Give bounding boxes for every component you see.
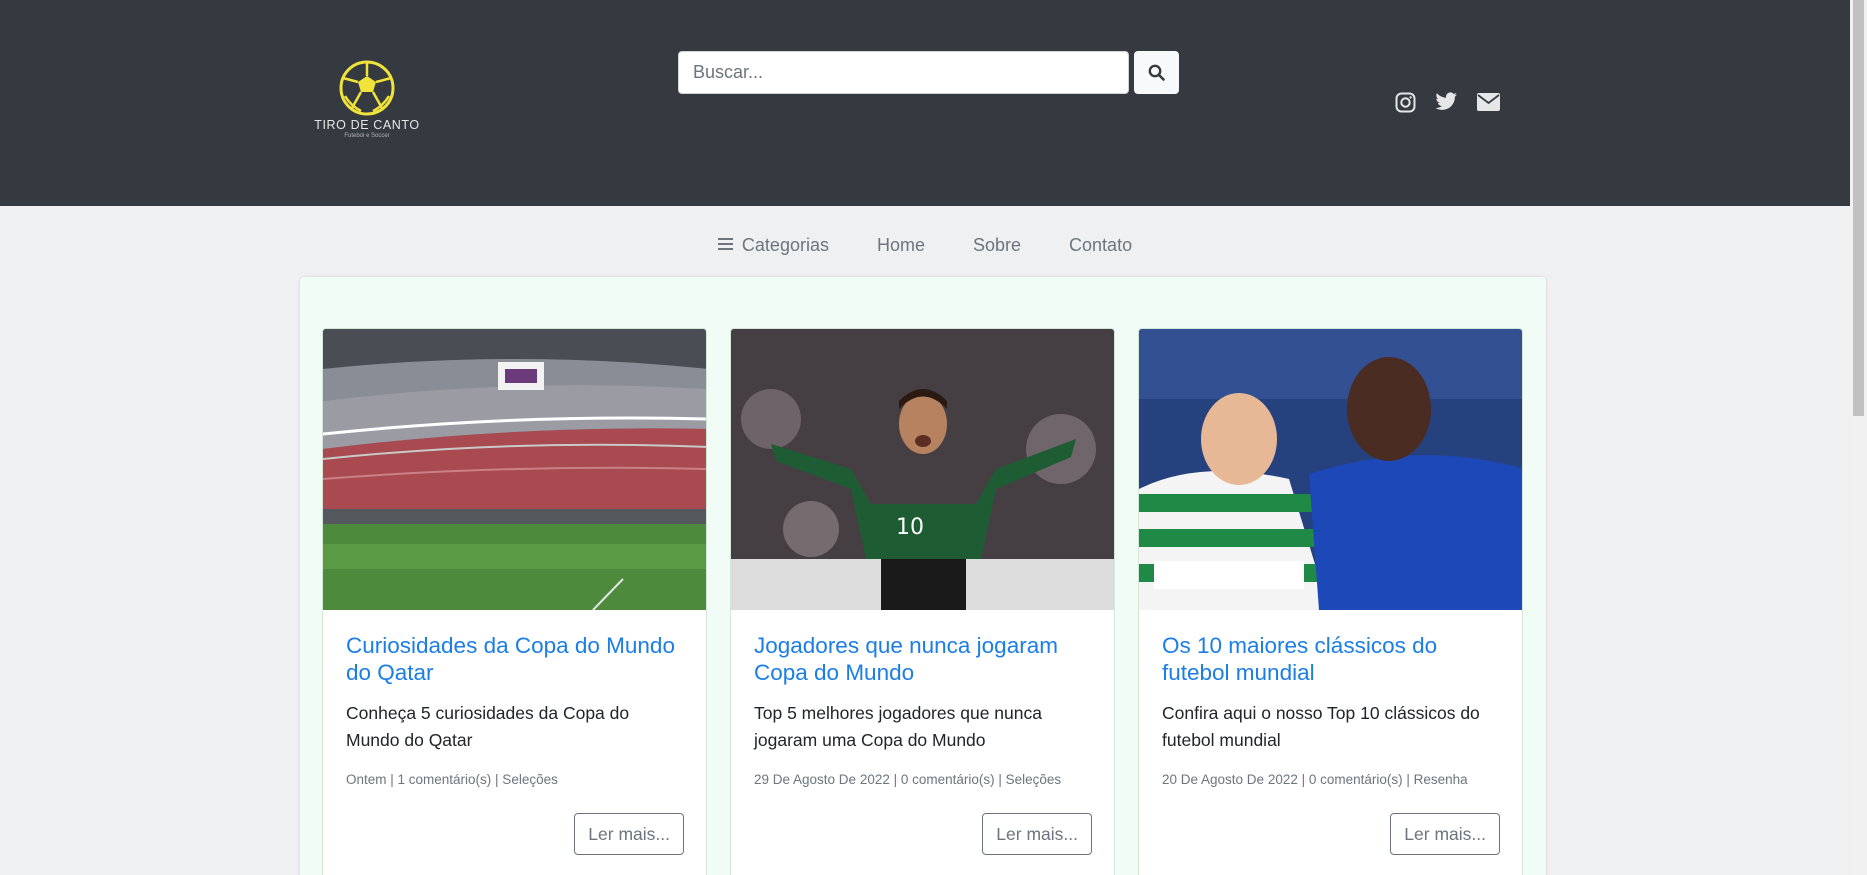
card-text: Top 5 melhores jogadores que nunca jogar…: [754, 703, 1042, 750]
card-meta: Ontem | 1 comentário(s) | Seleções: [346, 772, 558, 787]
read-more-button[interactable]: Ler mais...: [1390, 813, 1500, 855]
svg-text:10: 10: [896, 515, 924, 540]
instagram-icon: [1395, 92, 1415, 112]
nav-categories-label: Categorias: [741, 234, 829, 255]
soccer-ball-icon: [339, 60, 395, 116]
card-body: Jogadores que nunca jogaram Copa do Mund…: [731, 610, 1114, 787]
card-body: Os 10 maiores clássicos do futebol mundi…: [1139, 610, 1522, 787]
article-card: Curiosidades da Copa do Mundo do Qatar C…: [322, 328, 707, 875]
stadium-photo[interactable]: [323, 329, 707, 610]
site-header: TIRO DE CANTO Futebol e Soccer: [0, 0, 1850, 206]
nav-sobre[interactable]: Sobre: [949, 228, 1045, 262]
logo-title: TIRO DE CANTO: [314, 118, 420, 132]
nav-categories[interactable]: Categorias: [694, 228, 853, 262]
article-card: 10 Jogadores que nunca jogaram Copa do M…: [730, 328, 1115, 875]
main-nav: Categorias Home Sobre Contato: [0, 228, 1850, 262]
hamburger-icon: [717, 235, 733, 256]
card-body: Curiosidades da Copa do Mundo do Qatar C…: [323, 610, 706, 787]
site-logo[interactable]: TIRO DE CANTO Futebol e Soccer: [312, 60, 422, 139]
logo-subtitle: Futebol e Soccer: [344, 133, 390, 139]
nav-contato[interactable]: Contato: [1045, 228, 1156, 262]
card-text: Confira aqui o nosso Top 10 clássicos do…: [1162, 703, 1480, 750]
search-button[interactable]: [1134, 51, 1179, 94]
twitter-link[interactable]: [1433, 89, 1459, 115]
card-meta: 29 De Agosto De 2022 | 0 comentário(s) |…: [754, 772, 1062, 787]
read-more-button[interactable]: Ler mais...: [982, 813, 1092, 855]
envelope-icon: [1476, 93, 1500, 111]
scrollbar-thumb[interactable]: [1853, 0, 1864, 416]
email-link[interactable]: [1475, 89, 1501, 115]
card-title[interactable]: Os 10 maiores clássicos do futebol mundi…: [1162, 632, 1499, 686]
article-card: Os 10 maiores clássicos do futebol mundi…: [1138, 328, 1523, 875]
twitter-icon: [1434, 92, 1457, 110]
search-icon: [1148, 64, 1165, 81]
page-scrollbar[interactable]: [1850, 0, 1867, 875]
instagram-link[interactable]: [1392, 89, 1418, 115]
read-more-button[interactable]: Ler mais...: [574, 813, 684, 855]
card-title[interactable]: Jogadores que nunca jogaram Copa do Mund…: [754, 632, 1091, 686]
card-text: Conheça 5 curiosidades da Copa do Mundo …: [346, 703, 630, 750]
players-confrontation-photo[interactable]: [1139, 329, 1523, 610]
card-meta: 20 De Agosto De 2022 | 0 comentário(s) |…: [1162, 772, 1468, 787]
search-input[interactable]: [678, 51, 1129, 94]
nav-home[interactable]: Home: [853, 228, 949, 262]
player-celebrating-photo[interactable]: 10: [731, 329, 1115, 610]
card-title[interactable]: Curiosidades da Copa do Mundo do Qatar: [346, 632, 683, 686]
